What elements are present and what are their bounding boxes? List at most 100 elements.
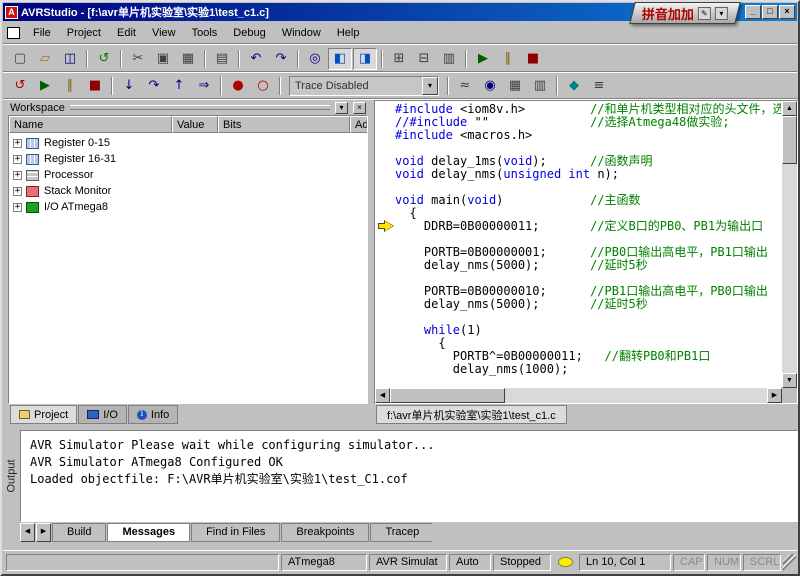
code-line[interactable]: delay_nms(1000); bbox=[395, 363, 781, 376]
editor-horizontal-scrollbar[interactable]: ◀ ▶ bbox=[375, 388, 782, 403]
register-window-button[interactable]: ▥ bbox=[528, 75, 552, 97]
find-button[interactable]: ◎ bbox=[303, 48, 327, 70]
menu-file[interactable]: File bbox=[25, 24, 59, 42]
code-line[interactable]: while(1) bbox=[395, 324, 781, 337]
workspace-header[interactable]: Workspace ▾ × bbox=[8, 100, 368, 115]
ime-menu-icon[interactable]: ▾ bbox=[715, 7, 728, 20]
menu-debug[interactable]: Debug bbox=[225, 24, 273, 42]
toggle-breakpoint-button[interactable]: ● bbox=[226, 75, 250, 97]
ime-toolbar[interactable]: 拼音加加 ✎ ▾ bbox=[629, 2, 741, 24]
dropdown-arrow-icon[interactable]: ▾ bbox=[422, 77, 438, 95]
workspace-tab-project[interactable]: Project bbox=[10, 405, 77, 424]
copy-button[interactable]: ▣ bbox=[151, 48, 175, 70]
code-line[interactable]: delay_nms(5000); //延时5秒 bbox=[395, 259, 781, 272]
expand-icon[interactable]: + bbox=[13, 139, 22, 148]
run-debug-button[interactable]: ▶ bbox=[33, 75, 57, 97]
redo-button[interactable]: ↷ bbox=[269, 48, 293, 70]
workspace-drag-grip[interactable] bbox=[70, 105, 330, 110]
output-tab-breakpoints[interactable]: Breakpoints bbox=[281, 523, 369, 542]
stop-debugging-button[interactable]: ■ bbox=[83, 75, 107, 97]
new-file-button[interactable]: ▢ bbox=[8, 48, 32, 70]
horizontal-scroll-thumb[interactable] bbox=[390, 388, 505, 403]
stop-button[interactable]: ■ bbox=[521, 48, 545, 70]
quickwatch-button[interactable]: ◉ bbox=[478, 75, 502, 97]
column-header-name[interactable]: Name bbox=[9, 116, 172, 133]
source-view-button[interactable]: ◧ bbox=[328, 48, 352, 70]
minimize-button[interactable]: _ bbox=[745, 5, 761, 19]
run-button[interactable]: ▶ bbox=[471, 48, 495, 70]
column-header-ad[interactable]: Ad bbox=[350, 116, 367, 133]
menu-project[interactable]: Project bbox=[59, 24, 109, 42]
print-button[interactable]: ▤ bbox=[210, 48, 234, 70]
ime-pen-icon[interactable]: ✎ bbox=[698, 7, 711, 20]
output-tab-tracep[interactable]: Tracep bbox=[370, 523, 432, 542]
code-line[interactable]: #include <macros.h> bbox=[395, 129, 781, 142]
options-button[interactable]: ≡ bbox=[587, 75, 611, 97]
mdi-document-icon[interactable] bbox=[7, 27, 20, 39]
tree-item-register-16-31[interactable]: +Register 16-31 bbox=[9, 151, 367, 167]
menu-window[interactable]: Window bbox=[274, 24, 329, 42]
remove-breakpoints-button[interactable]: ○ bbox=[251, 75, 275, 97]
output-tab-messages[interactable]: Messages bbox=[107, 523, 190, 542]
step-out-button[interactable]: ↑ bbox=[167, 75, 191, 97]
project-window-button[interactable]: ⊞ bbox=[387, 48, 411, 70]
trace-window-button[interactable]: ≈ bbox=[453, 75, 477, 97]
expand-icon[interactable]: + bbox=[13, 203, 22, 212]
tree-item-i-o-atmega8[interactable]: +I/O ATmega8 bbox=[9, 199, 367, 215]
expand-icon[interactable]: + bbox=[13, 155, 22, 164]
disassembly-view-button[interactable]: ◨ bbox=[353, 48, 377, 70]
reload-changed-button[interactable]: ↺ bbox=[92, 48, 116, 70]
scroll-left-icon[interactable]: ◀ bbox=[375, 388, 390, 403]
expand-icon[interactable]: + bbox=[13, 171, 22, 180]
step-over-button[interactable]: ↷ bbox=[142, 75, 166, 97]
workspace-close-icon[interactable]: × bbox=[353, 102, 366, 114]
workspace-menu-icon[interactable]: ▾ bbox=[335, 102, 348, 114]
maximize-button[interactable]: □ bbox=[762, 5, 778, 19]
column-header-value[interactable]: Value bbox=[172, 116, 218, 133]
watch-window-button[interactable]: ▥ bbox=[437, 48, 461, 70]
tree-item-stack-monitor[interactable]: +Stack Monitor bbox=[9, 183, 367, 199]
reset-button[interactable]: ↺ bbox=[8, 75, 32, 97]
menu-help[interactable]: Help bbox=[329, 24, 368, 42]
close-button[interactable]: × bbox=[779, 5, 795, 19]
open-file-button[interactable]: ▱ bbox=[33, 48, 57, 70]
workspace-tab-info[interactable]: Info bbox=[128, 405, 178, 424]
scroll-right-icon[interactable]: ▶ bbox=[767, 388, 782, 403]
tree-item-processor[interactable]: +Processor bbox=[9, 167, 367, 183]
trace-combo[interactable]: Trace Disabled▾ bbox=[289, 76, 439, 96]
code-line[interactable]: DDRB=0B00000011; //定义B口的PB0、PB1为输出口 bbox=[395, 220, 781, 233]
tab-scroll-left-icon[interactable]: ◀ bbox=[20, 523, 35, 542]
menu-edit[interactable]: Edit bbox=[109, 24, 144, 42]
toggle-bookmark-button[interactable]: ◆ bbox=[562, 75, 586, 97]
step-into-button[interactable]: ↓ bbox=[117, 75, 141, 97]
break-button[interactable]: ∥ bbox=[58, 75, 82, 97]
menu-view[interactable]: View bbox=[144, 24, 184, 42]
vertical-scroll-thumb[interactable] bbox=[782, 116, 797, 164]
run-to-cursor-button[interactable]: ⇒ bbox=[192, 75, 216, 97]
output-pane-titlebar[interactable]: Output bbox=[5, 430, 19, 522]
editor-vertical-scrollbar[interactable]: ▲ ▼ bbox=[782, 101, 797, 388]
scroll-up-icon[interactable]: ▲ bbox=[782, 101, 797, 116]
tab-scroll-right-icon[interactable]: ▶ bbox=[36, 523, 51, 542]
scroll-down-icon[interactable]: ▼ bbox=[782, 373, 797, 388]
output-window-button[interactable]: ⊟ bbox=[412, 48, 436, 70]
undo-button[interactable]: ↶ bbox=[244, 48, 268, 70]
menu-tools[interactable]: Tools bbox=[184, 24, 226, 42]
output-tab-find-in-files[interactable]: Find in Files bbox=[191, 523, 280, 542]
save-file-button[interactable]: ◫ bbox=[58, 48, 82, 70]
code-line[interactable]: void main(void) //主函数 bbox=[395, 194, 781, 207]
output-tab-build[interactable]: Build bbox=[52, 523, 106, 542]
file-tab[interactable]: f:\avr单片机实验室\实验1\test_c1.c bbox=[376, 405, 567, 424]
memory-window-button[interactable]: ▦ bbox=[503, 75, 527, 97]
code-line[interactable]: void delay_nms(unsigned int n); bbox=[395, 168, 781, 181]
expand-icon[interactable]: + bbox=[13, 187, 22, 196]
paste-button[interactable]: ▦ bbox=[176, 48, 200, 70]
cut-button[interactable]: ✂ bbox=[126, 48, 150, 70]
code-line[interactable]: delay_nms(5000); //延时5秒 bbox=[395, 298, 781, 311]
resize-grip[interactable] bbox=[783, 554, 796, 571]
column-header-bits[interactable]: Bits bbox=[218, 116, 350, 133]
code-editor[interactable]: #include <iom8v.h> //和单片机类型相对应的头文件，选择//#… bbox=[374, 100, 798, 404]
code-text[interactable]: #include <iom8v.h> //和单片机类型相对应的头文件，选择//#… bbox=[395, 103, 781, 387]
workspace-tab-i-o[interactable]: I/O bbox=[78, 405, 127, 424]
tree-item-register-0-15[interactable]: +Register 0-15 bbox=[9, 135, 367, 151]
